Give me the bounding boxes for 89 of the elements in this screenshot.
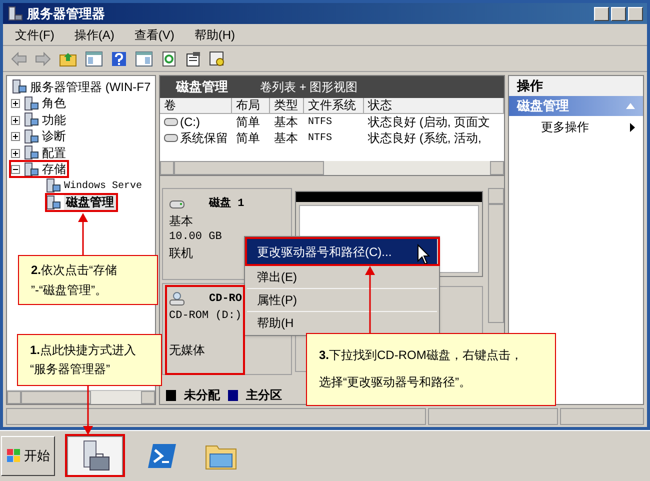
table-cell-text: 基本 [274,114,298,131]
expand-icon[interactable] [11,132,20,142]
vertical-scrollbar[interactable] [488,188,504,323]
tree-item[interactable]: 存储 [42,162,66,178]
column-header[interactable]: 布局 [232,98,270,113]
context-menu-item[interactable]: 更改驱动器号和路径(C)... [247,239,437,264]
minimize-button[interactable] [594,6,609,20]
disk-info: CD-ROM (D:) [169,309,242,324]
server-node-icon [45,178,61,194]
server-node-icon [23,145,39,162]
highlight-frame [65,434,125,477]
context-menu-item[interactable]: 属性(P) [247,288,437,310]
taskbar-app-button[interactable] [67,436,123,476]
column-header[interactable]: 类型 [270,98,304,113]
tree-item[interactable]: Windows Serve [64,180,142,193]
horizontal-scrollbar[interactable] [160,161,504,175]
panel-title: 磁盘管理 [176,78,228,96]
table-cell-text: 系统保留 [180,130,228,147]
callout-text: ”-“磁盘管理”。 [31,282,108,299]
callout-text: 2.依次点击“存储 [31,262,118,279]
pointer-cursor-icon [417,244,431,266]
actions-item[interactable]: 更多操作 [509,116,643,138]
server-icon [7,6,23,22]
disk-info: 联机 [169,245,193,261]
properties-icon[interactable] [185,50,201,66]
server-node-icon [45,194,61,211]
tree-item[interactable]: 磁盘管理 [64,195,116,210]
menu-item[interactable]: 查看(V) [134,26,174,44]
disk-name: 磁盘 1 [209,196,244,212]
table-cell-text: NTFS [308,116,332,130]
close-button[interactable] [628,6,643,20]
highlight-frame [9,160,69,178]
view-label: 卷列表 + 图形视图 [260,79,358,96]
expand-icon[interactable] [11,148,20,158]
callout-text: “服务器管理器” [30,361,111,378]
expand-icon[interactable] [11,116,20,125]
menu-item[interactable]: 文件(F) [15,26,54,44]
column-header[interactable]: 状态 [364,98,504,113]
pane-toggle-icon[interactable] [85,50,103,66]
table-cell-text: 简单 [236,114,260,131]
server-node-icon [11,79,27,96]
menu-item[interactable]: 操作(A) [74,26,114,44]
refresh-icon[interactable] [161,50,177,66]
pane-toggle-icon[interactable] [135,50,153,66]
callout-text: 选择“更改驱动器号和路径”。 [319,374,472,391]
tree-item[interactable]: 诊断 [42,129,66,144]
column-header[interactable]: 文件系统 [304,98,364,113]
tree-item[interactable]: 配置 [42,146,66,161]
table-cell-text: 基本 [274,130,298,147]
actions-title: 操作 [509,76,643,96]
server-node-icon [23,128,39,145]
legend-label: 主分区 [246,387,282,404]
folder-up-icon[interactable] [59,50,77,66]
drive-icon [164,118,178,126]
actions-section[interactable]: 磁盘管理 [509,96,643,116]
tree-item[interactable]: 功能 [42,112,66,128]
callout-text: 1.点此快捷方式进入 [30,342,138,359]
server-node-icon [23,162,39,178]
callout-text: 3.下拉找到CD-ROM磁盘，右键点击， [319,347,524,364]
expand-icon[interactable] [11,99,20,108]
help-icon[interactable] [111,50,127,66]
settings-icon[interactable] [209,50,225,66]
maximize-button[interactable] [611,6,626,20]
table-cell-text: 简单 [236,130,260,147]
server-node-icon [23,112,39,128]
disk-info: 基本 [169,213,193,229]
collapse-icon[interactable] [11,165,20,174]
disk-name: CD-RO [209,292,242,307]
disk-info: 无媒体 [169,342,205,358]
tree-item[interactable]: 服务器管理器 (WIN-F7 [30,80,151,95]
table-cell-text: NTFS [308,132,332,146]
window-title: 服务器管理器 [27,4,105,23]
cd-drive-icon [169,292,185,306]
disk-info: 10.00 GB [169,230,222,245]
column-header[interactable]: 卷 [160,98,232,113]
collapse-caret-icon [626,103,635,109]
start-button[interactable]: 开始 [1,436,55,476]
server-node-icon [23,96,39,112]
menu-item[interactable]: 帮助(H) [194,26,235,44]
powershell-icon[interactable] [147,442,177,468]
windows-logo-icon [6,448,22,464]
horizontal-scrollbar[interactable] [7,390,155,404]
table-cell-text: (C:) [180,114,200,131]
table-cell-text: 状态良好 (系统, 活动, [368,130,482,147]
table-cell-text: 状态良好 (启动, 页面文 [368,114,490,131]
legend-label: 未分配 [184,387,220,404]
drive-icon [164,134,178,142]
tree-item[interactable]: 角色 [42,96,66,112]
submenu-caret-icon [630,122,635,132]
